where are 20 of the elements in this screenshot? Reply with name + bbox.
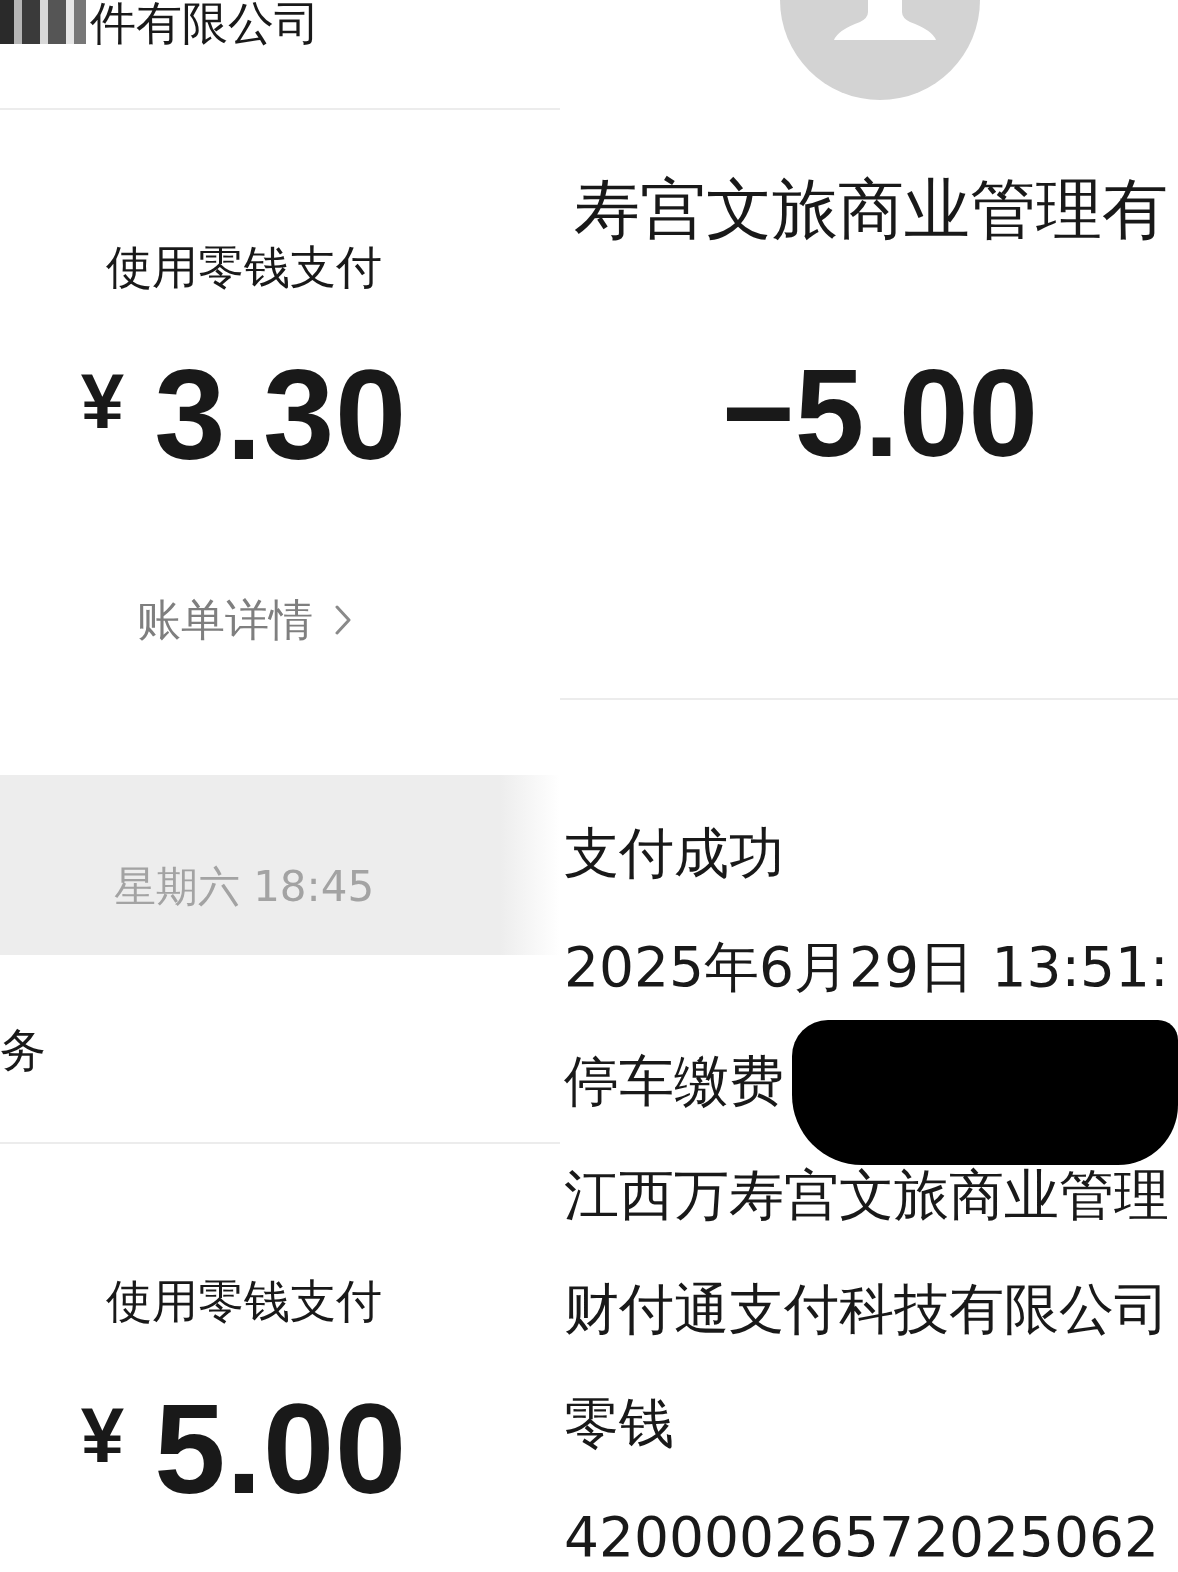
detail-value: 江西万寿宫文旅商业管理 (564, 1167, 1169, 1223)
detail-value: 财付通支付科技有限公司 (564, 1281, 1169, 1337)
transaction-amount: −5.00 (721, 350, 1039, 475)
merchant-name: 寿宫文旅商业管理有 (573, 170, 1169, 249)
currency-symbol: ¥ (80, 362, 125, 440)
message-text: 务 (0, 1026, 46, 1074)
timestamp: 星期六 18:45 (113, 863, 375, 911)
detail-value: 零钱 (564, 1395, 674, 1451)
bill-details-link[interactable]: 账单详情 (137, 596, 351, 644)
company-name: 件有限公司 (90, 0, 320, 46)
detail-value: 42000026572025062 (564, 1509, 1159, 1565)
detail-value: 支付成功 (564, 825, 784, 881)
chevron-right-icon (335, 605, 351, 635)
detail-value: 2025年6月29日 13:51: (564, 939, 1169, 995)
currency-symbol: ¥ (80, 1396, 125, 1474)
payment-title: 使用零钱支付 (106, 241, 382, 294)
payment-title: 使用零钱支付 (106, 1275, 382, 1328)
detail-value: 停车缴费 (564, 1053, 784, 1109)
payment-amount: 5.00 (154, 1384, 408, 1514)
payment-amount: 3.30 (154, 350, 408, 480)
